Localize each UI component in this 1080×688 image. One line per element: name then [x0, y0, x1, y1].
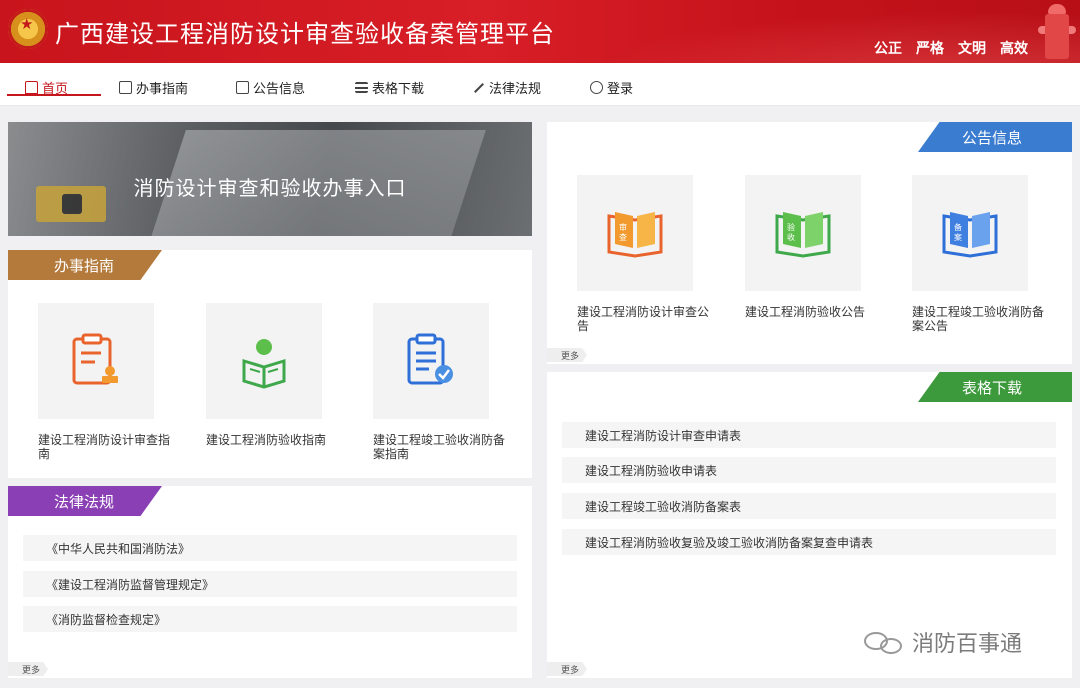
entry-banner[interactable]: 消防设计审查和验收办事入口 [8, 122, 532, 236]
guide-card-acceptance[interactable] [206, 303, 322, 419]
forms-list-item[interactable]: 建设工程消防验收申请表 [562, 457, 1056, 483]
main-nav: 首页 办事指南 公告信息 表格下载 法律法规 登录 [0, 63, 1080, 106]
nav-label: 法律法规 [489, 81, 542, 97]
guide-tab: 办事指南 [8, 250, 162, 280]
nav-item-notices[interactable]: 公告信息 [236, 76, 305, 98]
notice-card-acceptance[interactable]: 验 收 [745, 175, 861, 291]
nav-active-indicator [7, 94, 101, 96]
notice-caption[interactable]: 建设工程消防验收公告 [745, 305, 880, 319]
nav-item-login[interactable]: 登录 [590, 76, 633, 98]
clipboard-stamp-icon [72, 333, 118, 385]
laws-list-item[interactable]: 《中华人民共和国消防法》 [23, 535, 517, 561]
book-char: 验 [787, 222, 795, 232]
book-acceptance-icon: 验 收 [775, 212, 831, 258]
nav-label: 办事指南 [136, 81, 189, 97]
laws-more-link[interactable]: 更多 [8, 662, 49, 676]
banner-title: 消防设计审查和验收办事入口 [133, 176, 407, 200]
nav-label: 登录 [607, 81, 634, 97]
site-title: 广西建设工程消防设计审查验收备案管理平台 [55, 20, 555, 48]
notice-caption[interactable]: 建设工程消防设计审查公告 [577, 305, 712, 333]
forms-list-item[interactable]: 建设工程竣工验收消防备案表 [562, 493, 1056, 519]
notice-caption[interactable]: 建设工程竣工验收消防备案公告 [912, 305, 1047, 333]
checklist-icon [407, 333, 453, 385]
notice-icon [236, 80, 249, 94]
home-icon [25, 80, 38, 94]
book-char: 查 [619, 232, 627, 242]
nav-label: 表格下载 [372, 81, 425, 97]
forms-list-item[interactable]: 建设工程消防设计审查申请表 [562, 422, 1056, 448]
slogan: 文明 [958, 41, 986, 57]
guide-caption[interactable]: 建设工程消防设计审查指南 [38, 433, 173, 461]
header-banner: ★ 广西建设工程消防设计审查验收备案管理平台 公正 严格 文明 高效 [0, 0, 1080, 63]
list-icon [355, 81, 368, 93]
book-char: 收 [787, 232, 795, 242]
laws-list-item[interactable]: 《建设工程消防监督管理规定》 [23, 571, 517, 597]
watermark-text: 消防百事通 [912, 632, 1023, 657]
book-char: 案 [954, 232, 962, 242]
wechat-watermark: 消防百事通 [862, 626, 1022, 658]
book-char: 审 [619, 222, 627, 232]
laws-tab: 法律法规 [8, 486, 162, 516]
guide-caption[interactable]: 建设工程竣工验收消防备案指南 [373, 433, 508, 461]
nav-item-laws[interactable]: 法律法规 [472, 76, 541, 98]
forms-list-item[interactable]: 建设工程消防验收复验及竣工验收消防备案复查申请表 [562, 529, 1056, 555]
guide-card-filing[interactable] [373, 303, 489, 419]
guide-card-design-review[interactable] [38, 303, 154, 419]
notices-panel: 公告信息 审 查 建设工程消防设计审查公告 验 收 建设工程消防验收公告 备 案… [547, 122, 1072, 364]
nav-item-guide[interactable]: 办事指南 [119, 76, 188, 98]
wechat-icon [862, 630, 906, 654]
book-filing-icon: 备 案 [942, 212, 998, 258]
reader-book-icon [242, 339, 286, 389]
national-emblem-icon: ★ [8, 9, 48, 49]
forms-tab: 表格下载 [918, 372, 1072, 402]
document-icon [119, 80, 132, 94]
fire-hydrant-icon [1038, 4, 1076, 59]
notices-tab: 公告信息 [918, 122, 1072, 152]
slogan: 公正 [874, 41, 902, 57]
notices-more-link[interactable]: 更多 [547, 348, 588, 362]
nav-item-forms[interactable]: 表格下载 [355, 76, 424, 98]
laws-list-item[interactable]: 《消防监督检查规定》 [23, 606, 517, 632]
slogan: 高效 [1000, 41, 1028, 57]
book-char: 备 [954, 222, 962, 232]
notice-card-filing[interactable]: 备 案 [912, 175, 1028, 291]
user-icon [590, 80, 603, 94]
guide-panel: 办事指南 建设工程消防设计审查指南 建设工程消防验收指南 建设工程竣工验收消防备… [8, 250, 532, 478]
book-review-icon: 审 查 [607, 212, 663, 258]
notice-card-design-review[interactable]: 审 查 [577, 175, 693, 291]
guide-caption[interactable]: 建设工程消防验收指南 [206, 433, 341, 447]
scale-icon [472, 81, 485, 94]
laws-panel: 法律法规 《中华人民共和国消防法》 《建设工程消防监督管理规定》 《消防监督检查… [8, 486, 532, 678]
slogans: 公正 严格 文明 高效 [874, 38, 1028, 58]
forms-more-link[interactable]: 更多 [547, 662, 588, 676]
slogan: 严格 [916, 41, 944, 57]
nav-label: 公告信息 [253, 81, 306, 97]
